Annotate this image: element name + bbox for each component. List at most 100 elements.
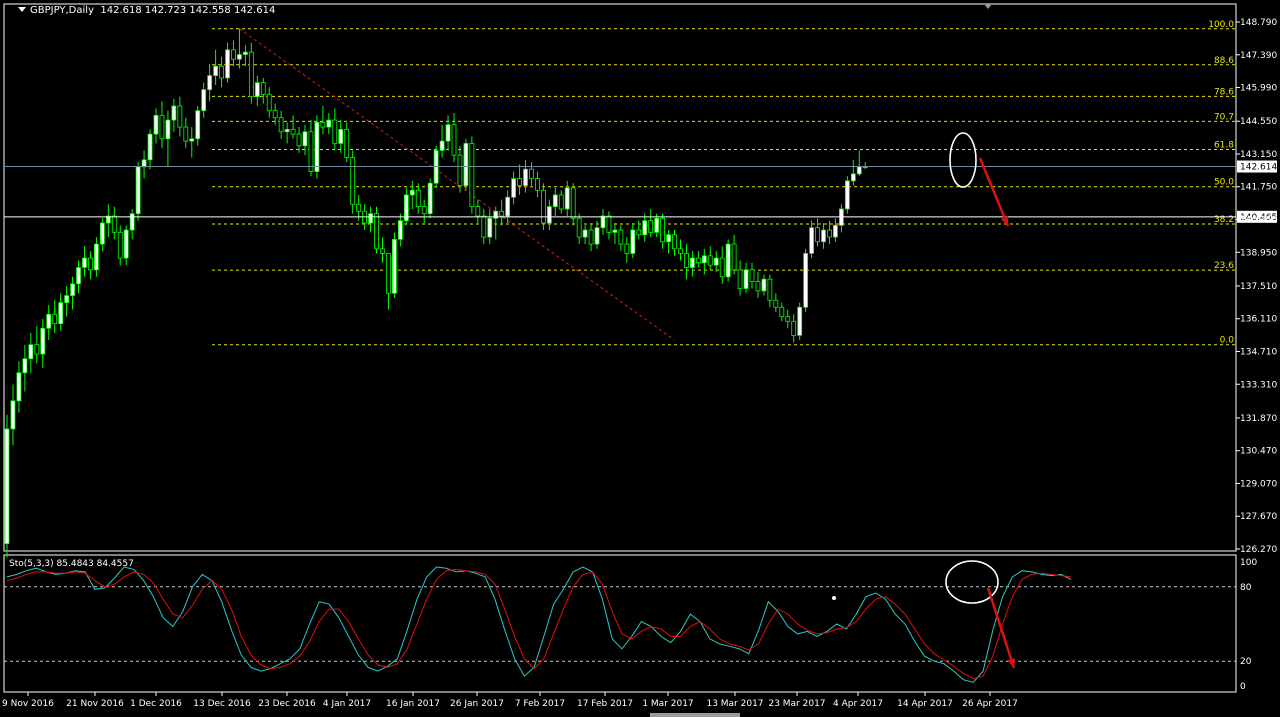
candle-body [183, 126, 189, 142]
candle-body [511, 178, 517, 198]
time-tick-label: 14 Apr 2017 [897, 699, 953, 709]
fib-level-label: 78.6 [1214, 87, 1234, 97]
price-tick-label: 131.870 [1240, 414, 1277, 424]
candle-body [797, 306, 803, 336]
candle-body [439, 140, 445, 151]
candle-body [326, 119, 332, 128]
candle-body [64, 295, 69, 303]
candle-body [529, 168, 534, 179]
trend-line [239, 28, 675, 341]
stochastic-panel: 100 80 20 0 [4, 558, 1257, 692]
candle-body [666, 234, 671, 243]
downtrend-line [239, 28, 675, 341]
candle-body [237, 54, 242, 60]
candlestick-series [4, 28, 868, 558]
fib-level-label: 61.8 [1214, 140, 1234, 150]
candle-body [570, 187, 576, 219]
candle-body [4, 428, 10, 545]
candle-body [713, 257, 719, 266]
candle-body [791, 320, 797, 336]
time-axis[interactable]: 9 Nov 2016 21 Nov 2016 1 Dec 2016 13 Dec 20… [2, 692, 1018, 717]
candle-body [52, 313, 58, 325]
candle-body [344, 129, 350, 158]
candle-body [368, 213, 373, 224]
time-tick-label: 13 Dec 2016 [193, 699, 251, 709]
candle-body [278, 117, 284, 133]
price-axis[interactable]: 148.790 147.390 145.990 144.550 143.150 141.7… [1236, 18, 1277, 555]
time-tick-label: 16 Jan 2017 [386, 699, 440, 709]
candle-body [445, 124, 451, 142]
stoch-tick-label: 20 [1240, 657, 1252, 667]
candle-body [409, 189, 415, 196]
candle-body [719, 257, 725, 278]
candle-body [636, 229, 642, 236]
candle-body [141, 159, 147, 168]
price-tick-label: 138.950 [1240, 248, 1277, 258]
candle-body [70, 283, 75, 296]
candle-body [386, 253, 391, 294]
candle-body [213, 65, 219, 76]
candle-body [743, 269, 749, 289]
candle-body [546, 206, 552, 224]
candle-body [475, 206, 481, 217]
price-tick-label: 144.550 [1240, 117, 1277, 127]
fibonacci-retracement: 100.088.678.670.761.850.038.223.60.0 [212, 20, 1236, 346]
main-panel-border [3, 3, 1237, 552]
chart-canvas[interactable]: 100.088.678.670.761.850.038.223.60.0 142… [0, 0, 1280, 717]
candle-body [690, 257, 695, 268]
candle-body [803, 253, 809, 308]
candle-body [606, 215, 612, 233]
horizontal-scrollbar[interactable] [650, 713, 740, 717]
candle-body [469, 143, 475, 208]
price-tick-label: 126.270 [1240, 545, 1277, 555]
candle-body [588, 229, 594, 245]
candle-body [165, 119, 171, 140]
candle-body [58, 302, 64, 325]
candle-body [34, 344, 40, 355]
time-tick-label: 13 Mar 2017 [706, 699, 763, 709]
candle-body [594, 227, 600, 245]
candle-body [391, 238, 397, 294]
candle-body [40, 327, 46, 355]
candle-body [153, 114, 159, 135]
candle-body [147, 133, 153, 161]
time-tick-label: 26 Jan 2017 [450, 699, 504, 709]
time-tick-label: 21 Nov 2016 [66, 699, 124, 709]
candle-body [785, 316, 791, 322]
candle-body [248, 51, 254, 98]
stoch-signal-line [6, 568, 1071, 680]
stoch-tick-label: 0 [1240, 682, 1246, 692]
candle-body [272, 110, 278, 119]
annotations [945, 132, 1016, 669]
price-tick-label: 147.390 [1240, 51, 1277, 61]
current-price-tag-label: 142.614 [1240, 163, 1277, 173]
candle-body [499, 210, 505, 217]
fib-level-label: 23.6 [1214, 261, 1234, 271]
price-lines: 142.614140.465 [4, 160, 1277, 223]
candle-body [749, 269, 755, 282]
candle-body [421, 206, 427, 215]
candle-body [630, 229, 636, 254]
candle-body [201, 89, 207, 112]
candle-body [415, 189, 421, 208]
candle-body [600, 215, 606, 229]
candle-body [302, 131, 308, 147]
candle-body [844, 180, 850, 210]
candle-body [487, 217, 493, 238]
candle-body [76, 267, 81, 285]
time-tick-label: 23 Mar 2017 [768, 699, 825, 709]
candle-body [541, 189, 546, 224]
candle-body [332, 119, 338, 144]
candle-body [761, 278, 767, 292]
candle-body [94, 243, 99, 271]
candle-body [582, 229, 588, 238]
down-arrow-stoch-head [1007, 658, 1015, 668]
candle-body [177, 105, 183, 128]
candle-body [320, 121, 326, 128]
candle-body [225, 49, 230, 79]
candle-body [195, 110, 201, 140]
candle-body [815, 227, 820, 243]
time-tick-label: 7 Feb 2017 [515, 699, 565, 709]
candle-body [755, 281, 761, 292]
candle-body [451, 124, 457, 156]
